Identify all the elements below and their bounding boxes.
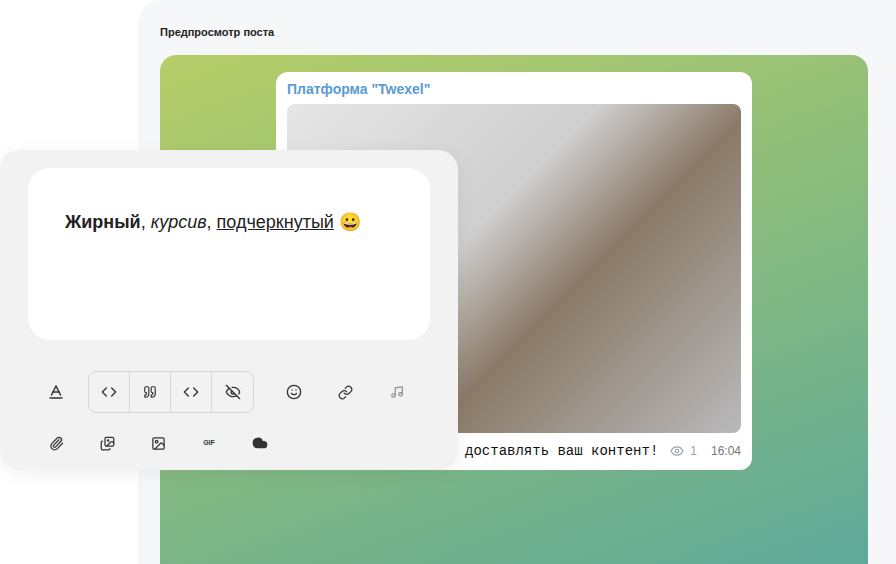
toolbar-row-1 [0,372,458,412]
cloud-button[interactable] [248,431,272,455]
text-plain: 😀 [334,212,361,232]
text-color-button[interactable] [44,380,68,404]
album-button[interactable] [95,431,119,455]
gif-button[interactable]: GIF [197,431,221,455]
code-button[interactable] [89,372,130,412]
images-icon [100,436,115,451]
text-underline: подчеркнутый [217,212,334,232]
post-time: 16:04 [711,442,741,460]
code-block-button[interactable] [171,372,212,412]
channel-name[interactable]: Платформа "Twexel" [287,80,741,98]
image-button[interactable] [146,431,170,455]
post-text: доставлять ваш контент! [465,442,658,460]
code-icon [101,384,117,400]
toolbar-row-2: GIF [0,423,458,463]
quote-button[interactable] [130,372,171,412]
emoji-button[interactable] [282,380,306,404]
editor-panel: Жирный, курсив, подчеркнутый 😀 GIF [0,150,458,470]
eye-icon [670,444,684,458]
paperclip-icon [49,436,64,451]
link-icon [338,385,353,400]
spoiler-button[interactable] [212,372,253,412]
attach-button[interactable] [44,431,68,455]
text-italic: курсив [151,212,207,232]
smile-icon [286,384,302,400]
code-block-icon [183,384,199,400]
cloud-icon [252,435,268,451]
format-group [88,371,254,413]
music-icon [390,385,404,399]
music-button[interactable] [385,380,409,404]
app: Предпросмотр поста Платформа "Twexel" дост… [0,0,896,564]
link-button[interactable] [333,380,357,404]
spoiler-icon [225,384,241,400]
text-color-icon [47,383,65,401]
text-plain: , [141,212,151,232]
quote-icon [143,385,157,399]
preview-title: Предпросмотр поста [160,25,868,39]
image-icon [151,436,166,451]
views-count: 1 [690,442,697,460]
text-bold: Жирный [65,212,141,232]
text-plain: , [207,212,217,232]
editor-input[interactable]: Жирный, курсив, подчеркнутый 😀 [28,168,430,340]
post-meta: 1 16:04 [670,442,741,460]
